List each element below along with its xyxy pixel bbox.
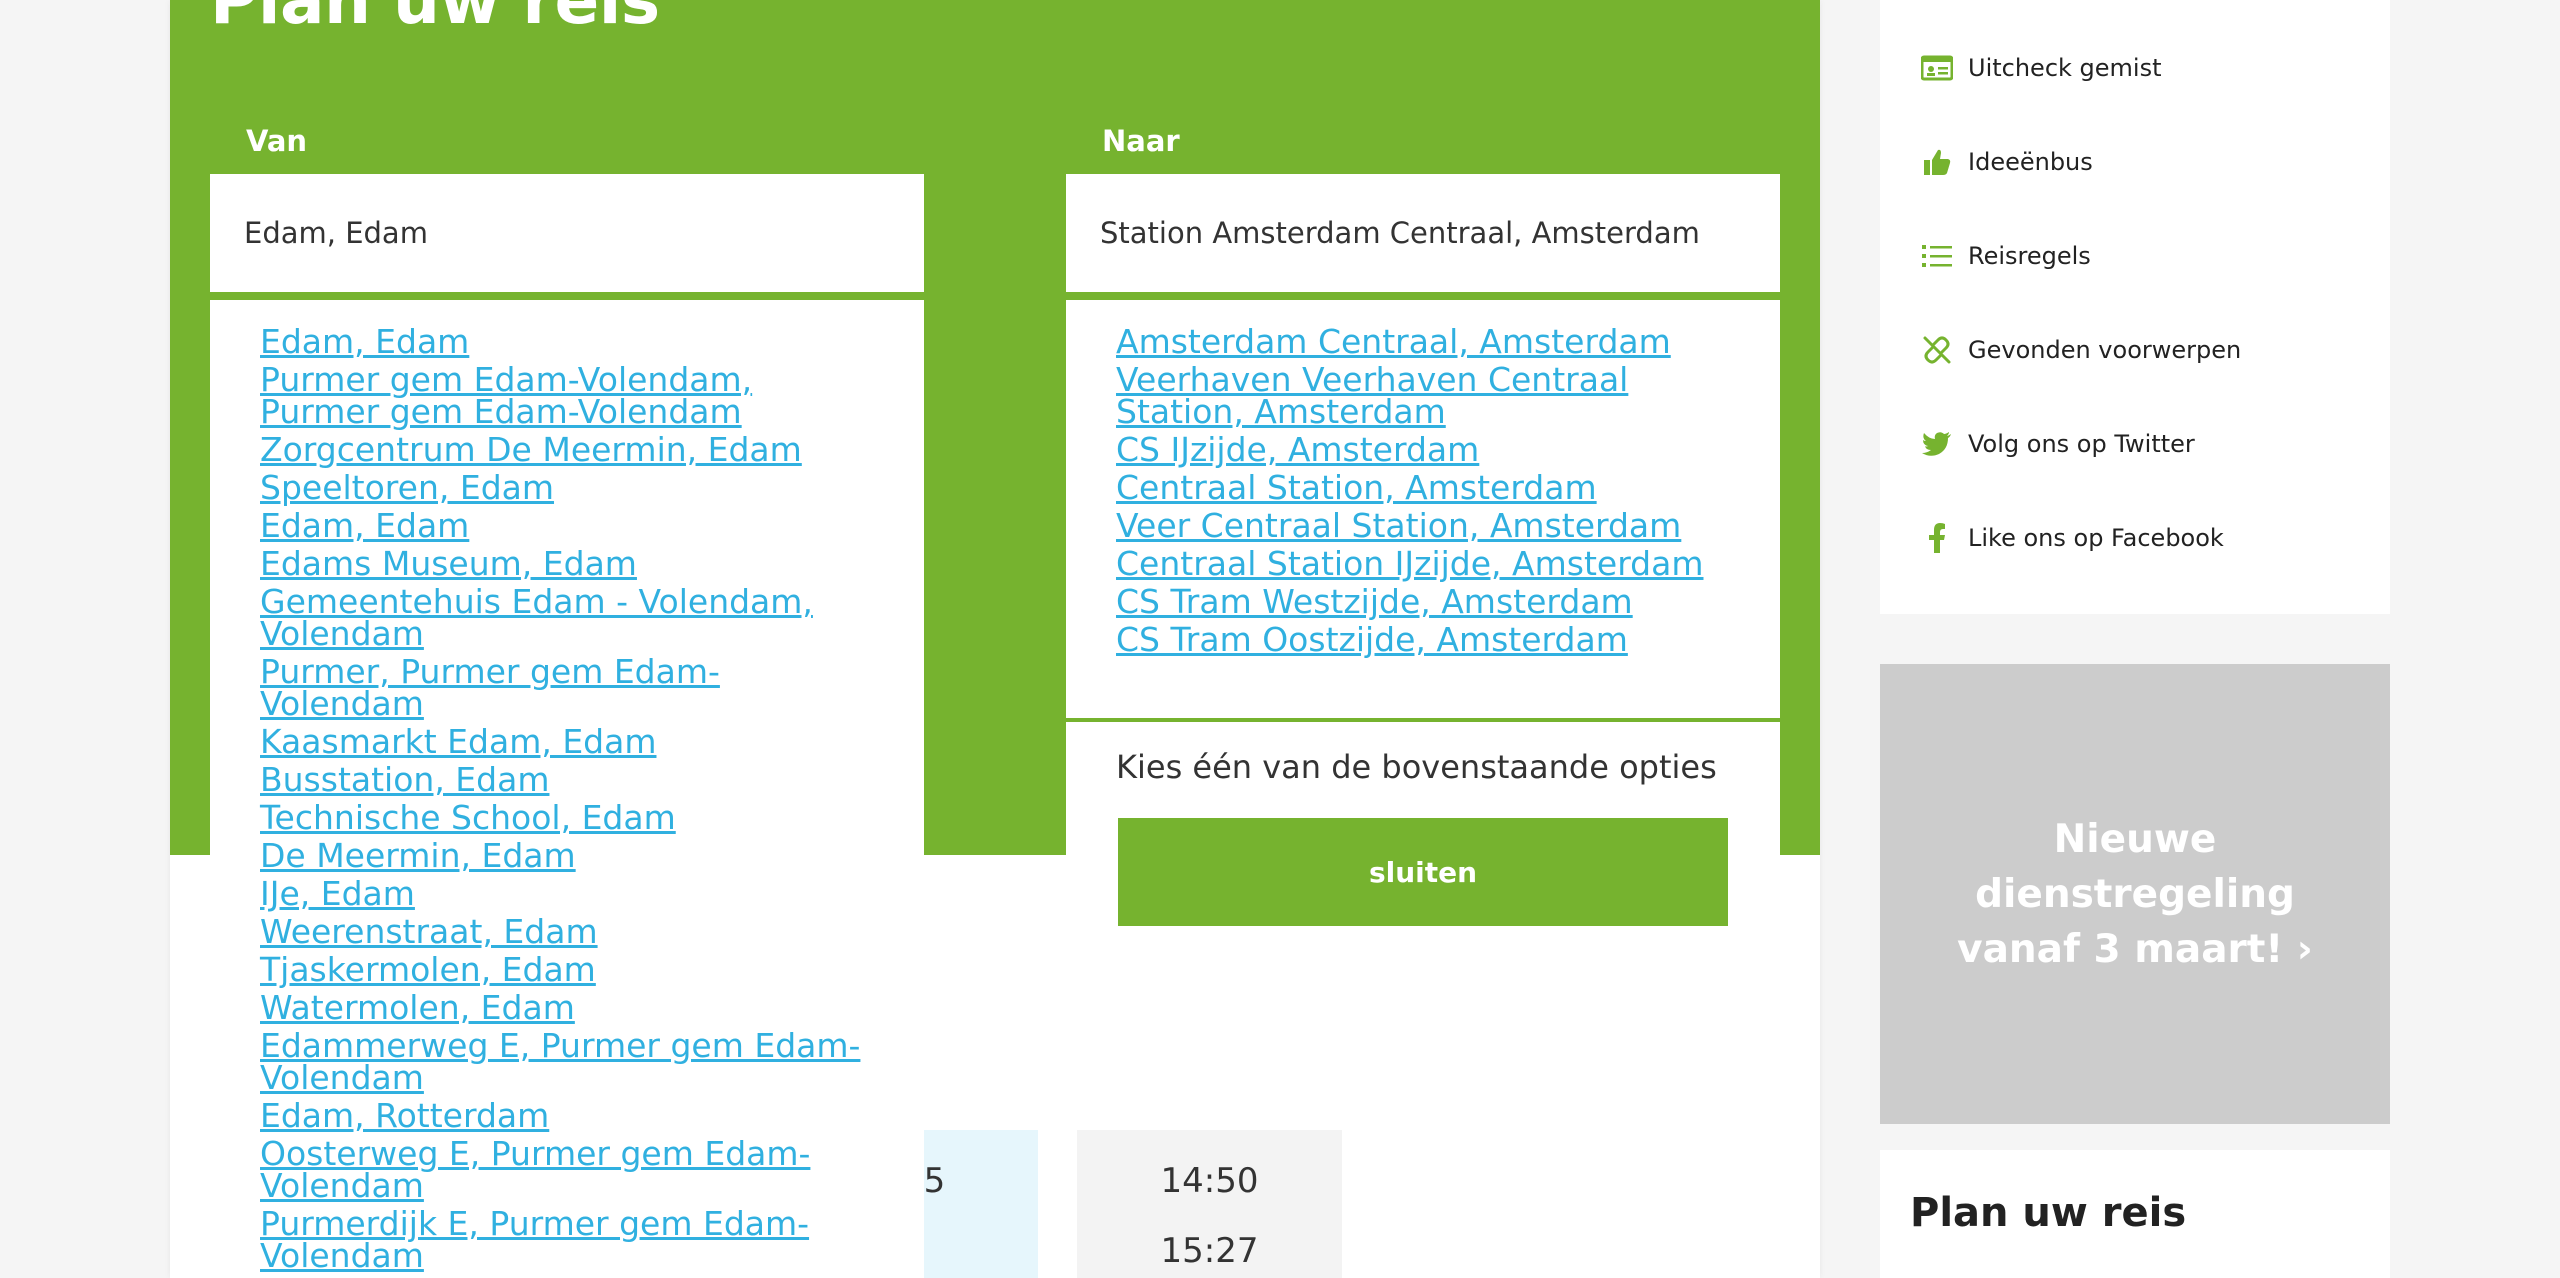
suggestion-item: De Meermin, Edam <box>260 839 874 872</box>
timetable-column: 14:50 15:27 <box>1077 1130 1342 1278</box>
to-label: Naar <box>1102 124 1180 158</box>
sidebar-links-card: Uitcheck gemist Ideeënbus Reisregels Gev… <box>1880 0 2390 614</box>
to-input[interactable]: Station Amsterdam Centraal, Amsterdam <box>1066 174 1780 296</box>
suggestion-item: Purmer gem Edam-Volendam, Purmer gem Eda… <box>260 363 874 428</box>
suggestion-link[interactable]: Speeltoren, Edam <box>260 471 874 504</box>
sidebar-item-label: Gevonden voorwerpen <box>1968 336 2242 364</box>
from-suggestions-dropdown: Edam, Edam Purmer gem Edam-Volendam, Purm… <box>210 300 924 1278</box>
sidebar-item-label: Like ons op Facebook <box>1968 524 2224 552</box>
sidebar-item-gevonden-voorwerpen[interactable]: Gevonden voorwerpen <box>1920 330 2241 370</box>
suggestion-link[interactable]: Veerhaven Veerhaven Centraal Station, Am… <box>1116 363 1730 428</box>
suggestion-link[interactable]: De Meermin, Edam <box>260 839 874 872</box>
suggestion-item: Kaasmarkt Edam, Edam <box>260 725 874 758</box>
suggestion-link[interactable]: IJe, Edam <box>260 877 874 910</box>
list-icon <box>1920 239 1954 273</box>
from-suggestions-list: Edam, Edam Purmer gem Edam-Volendam, Purm… <box>260 325 874 1272</box>
suggestion-item: Edam, Rotterdam <box>260 1099 874 1132</box>
broken-link-icon <box>1920 333 1954 367</box>
sidebar-item-facebook[interactable]: Like ons op Facebook <box>1920 518 2224 558</box>
suggestion-item: Veer Centraal Station, Amsterdam <box>1116 509 1730 542</box>
suggestion-link[interactable]: Watermolen, Edam <box>260 991 874 1024</box>
suggestion-link[interactable]: Kaasmarkt Edam, Edam <box>260 725 874 758</box>
suggestion-link[interactable]: CS Tram Oostzijde, Amsterdam <box>1116 623 1730 656</box>
page-title: Plan uw reis <box>210 0 660 39</box>
sidebar-item-reisregels[interactable]: Reisregels <box>1920 236 2091 276</box>
suggestion-link[interactable]: Centraal Station, Amsterdam <box>1116 471 1730 504</box>
suggestion-item: Edams Museum, Edam <box>260 547 874 580</box>
sidebar-item-label: Ideeënbus <box>1968 148 2093 176</box>
thumbs-up-icon <box>1920 145 1954 179</box>
suggestion-link[interactable]: Veer Centraal Station, Amsterdam <box>1116 509 1730 542</box>
suggestion-link[interactable]: Edams Museum, Edam <box>260 547 874 580</box>
dropdown-hint: Kies één van de bovenstaande opties <box>1116 748 1717 786</box>
suggestion-item: Amsterdam Centraal, Amsterdam <box>1116 325 1730 358</box>
suggestion-item: Centraal Station IJzijde, Amsterdam <box>1116 547 1730 580</box>
twitter-icon <box>1920 427 1954 461</box>
timetable-cell: 35 <box>924 1161 946 1201</box>
promo-banner[interactable]: Nieuwe dienstregeling vanaf 3 maart! › <box>1880 664 2390 1124</box>
dropdown-footer: Kies één van de bovenstaande opties slui… <box>1066 718 1780 928</box>
suggestion-link[interactable]: Edammerweg E, Purmer gem Edam-Volendam <box>260 1029 874 1094</box>
suggestion-item: CS Tram Oostzijde, Amsterdam <box>1116 623 1730 656</box>
close-button[interactable]: sluiten <box>1118 818 1728 926</box>
suggestion-item: IJe, Edam <box>260 877 874 910</box>
suggestion-link[interactable]: Centraal Station IJzijde, Amsterdam <box>1116 547 1730 580</box>
suggestion-link[interactable]: Oosterweg E, Purmer gem Edam-Volendam <box>260 1137 874 1202</box>
timetable-cell: 15:27 <box>1160 1231 1259 1271</box>
suggestion-item: CS Tram Westzijde, Amsterdam <box>1116 585 1730 618</box>
suggestion-item: Edammerweg E, Purmer gem Edam-Volendam <box>260 1029 874 1094</box>
sidebar-item-label: Volg ons op Twitter <box>1968 430 2195 458</box>
suggestion-item: Tjaskermolen, Edam <box>260 953 874 986</box>
facebook-icon <box>1920 521 1954 555</box>
timetable-column: 35 2 <box>924 1130 1038 1278</box>
suggestion-link[interactable]: Amsterdam Centraal, Amsterdam <box>1116 325 1730 358</box>
from-label: Van <box>246 124 308 158</box>
suggestion-item: Weerenstraat, Edam <box>260 915 874 948</box>
suggestion-item: Zorgcentrum De Meermin, Edam <box>260 433 874 466</box>
suggestion-item: Oosterweg E, Purmer gem Edam-Volendam <box>260 1137 874 1202</box>
sidebar-item-label: Uitcheck gemist <box>1968 54 2162 82</box>
to-suggestions-dropdown: Amsterdam Centraal, Amsterdam Veerhaven V… <box>1066 300 1780 718</box>
sidebar-item-twitter[interactable]: Volg ons op Twitter <box>1920 424 2195 464</box>
suggestion-item: Edam, Edam <box>260 325 874 358</box>
id-card-icon <box>1920 51 1954 85</box>
suggestion-link[interactable]: Edam, Edam <box>260 325 874 358</box>
suggestion-item: Purmer, Purmer gem Edam-Volendam <box>260 655 874 720</box>
suggestion-item: Technische School, Edam <box>260 801 874 834</box>
suggestion-link[interactable]: Edam, Edam <box>260 509 874 542</box>
suggestion-item: Busstation, Edam <box>260 763 874 796</box>
promo-text: Nieuwe dienstregeling vanaf 3 maart! › <box>1957 816 2313 972</box>
plan-trip-title: Plan uw reis <box>1910 1190 2187 1236</box>
plan-trip-widget: Plan uw reis <box>1880 1150 2390 1278</box>
sidebar-item-label: Reisregels <box>1968 242 2091 270</box>
suggestion-link[interactable]: CS Tram Westzijde, Amsterdam <box>1116 585 1730 618</box>
suggestion-item: Gemeentehuis Edam - Volendam, Volendam <box>260 585 874 650</box>
suggestion-link[interactable]: Gemeentehuis Edam - Volendam, Volendam <box>260 585 874 650</box>
timetable-cell: 14:50 <box>1160 1161 1259 1201</box>
suggestion-link[interactable]: Busstation, Edam <box>260 763 874 796</box>
suggestion-link[interactable]: Edam, Rotterdam <box>260 1099 874 1132</box>
suggestion-item: Centraal Station, Amsterdam <box>1116 471 1730 504</box>
suggestion-link[interactable]: Purmer gem Edam-Volendam, Purmer gem Eda… <box>260 363 874 428</box>
suggestion-link[interactable]: Zorgcentrum De Meermin, Edam <box>260 433 874 466</box>
suggestion-item: Edam, Edam <box>260 509 874 542</box>
suggestion-item: CS IJzijde, Amsterdam <box>1116 433 1730 466</box>
suggestion-link[interactable]: Tjaskermolen, Edam <box>260 953 874 986</box>
from-input[interactable]: Edam, Edam <box>210 174 924 296</box>
sidebar-item-uitcheck-gemist[interactable]: Uitcheck gemist <box>1920 48 2162 88</box>
suggestion-link[interactable]: Weerenstraat, Edam <box>260 915 874 948</box>
suggestion-link[interactable]: Purmer, Purmer gem Edam-Volendam <box>260 655 874 720</box>
suggestion-item: Watermolen, Edam <box>260 991 874 1024</box>
suggestion-link[interactable]: CS IJzijde, Amsterdam <box>1116 433 1730 466</box>
timetable-cell: 2 <box>924 1216 1038 1278</box>
suggestion-link[interactable]: Technische School, Edam <box>260 801 874 834</box>
to-suggestions-list: Amsterdam Centraal, Amsterdam Veerhaven V… <box>1116 325 1730 656</box>
suggestion-item: Purmerdijk E, Purmer gem Edam-Volendam <box>260 1207 874 1272</box>
suggestion-item: Speeltoren, Edam <box>260 471 874 504</box>
sidebar-item-ideeenbus[interactable]: Ideeënbus <box>1920 142 2093 182</box>
suggestion-link[interactable]: Purmerdijk E, Purmer gem Edam-Volendam <box>260 1207 874 1272</box>
suggestion-item: Veerhaven Veerhaven Centraal Station, Am… <box>1116 363 1730 428</box>
